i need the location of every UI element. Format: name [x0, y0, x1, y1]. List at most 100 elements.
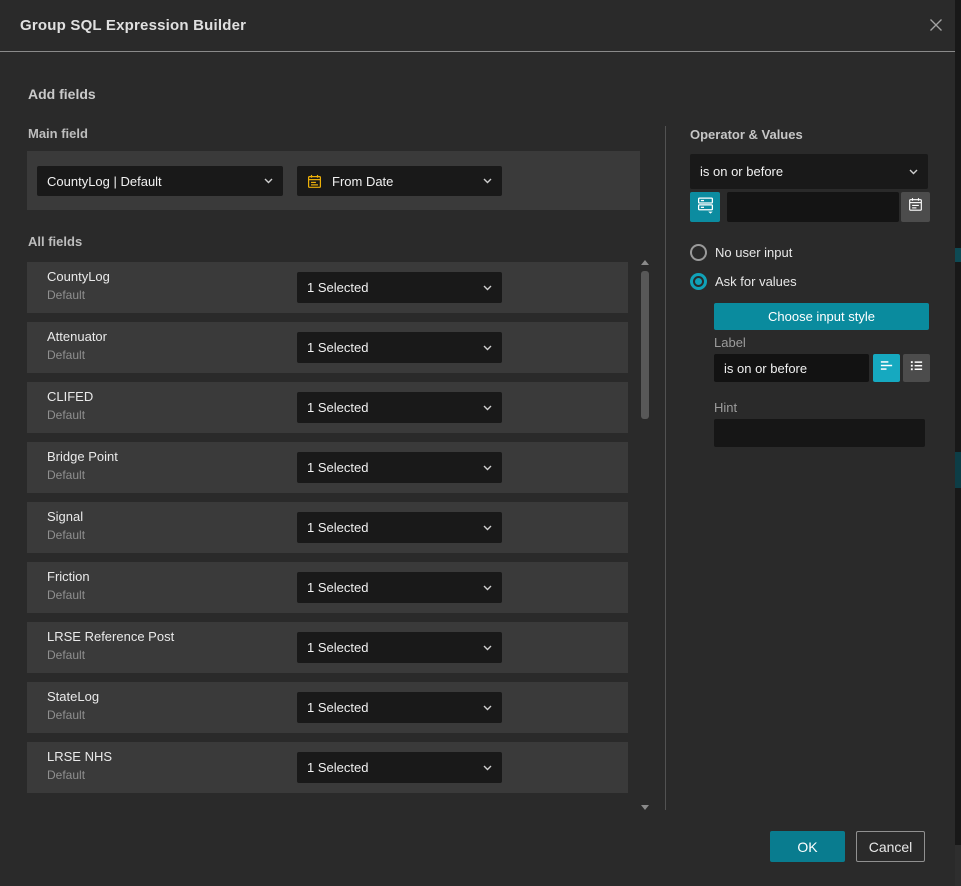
radio-label: Ask for values: [715, 274, 797, 289]
panel-divider: [665, 126, 666, 810]
field-sublabel: Default: [47, 348, 107, 362]
field-row: LRSE NHS Default 1 Selected: [27, 742, 628, 793]
field-selection-dropdown[interactable]: 1 Selected: [297, 632, 502, 663]
field-selection-value: 1 Selected: [307, 520, 477, 535]
field-row: CLIFED Default 1 Selected: [27, 382, 628, 433]
hint-field-label: Hint: [714, 400, 737, 415]
field-selection-dropdown[interactable]: 1 Selected: [297, 392, 502, 423]
field-row: CountyLog Default 1 Selected: [27, 262, 628, 313]
field-selection-value: 1 Selected: [307, 340, 477, 355]
single-line-input-style-button[interactable]: [873, 354, 900, 382]
chevron-down-icon: [483, 525, 492, 531]
field-selection-dropdown[interactable]: 1 Selected: [297, 272, 502, 303]
field-selection-value: 1 Selected: [307, 400, 477, 415]
main-field-dropdown[interactable]: From Date: [297, 166, 502, 196]
list-input-style-button[interactable]: [903, 354, 930, 382]
all-fields-list: CountyLog Default 1 Selected Attenuator …: [27, 262, 628, 802]
bullet-list-icon: [909, 358, 924, 378]
field-sublabel: Default: [47, 648, 174, 662]
chevron-down-icon: [483, 705, 492, 711]
radio-dot: [695, 278, 702, 285]
operator-dropdown-value: is on or before: [700, 164, 903, 179]
all-fields-label: All fields: [28, 234, 82, 249]
field-row: Friction Default 1 Selected: [27, 562, 628, 613]
field-row-text: LRSE Reference Post Default: [47, 629, 174, 662]
field-selection-value: 1 Selected: [307, 580, 477, 595]
hint-input[interactable]: [714, 419, 925, 447]
field-selection-dropdown[interactable]: 1 Selected: [297, 572, 502, 603]
operator-dropdown[interactable]: is on or before: [690, 154, 928, 189]
radio-no-user-input[interactable]: No user input: [690, 244, 792, 261]
field-sublabel: Default: [47, 588, 90, 602]
choose-input-style-button[interactable]: Choose input style: [714, 303, 929, 330]
radio-ask-for-values[interactable]: Ask for values: [690, 273, 797, 290]
chevron-down-icon: [483, 465, 492, 471]
align-left-icon: [879, 358, 894, 378]
list-scrollbar[interactable]: [641, 258, 650, 812]
layer-dropdown[interactable]: CountyLog | Default: [37, 166, 283, 196]
field-name: CLIFED: [47, 389, 93, 404]
field-row: Attenuator Default 1 Selected: [27, 322, 628, 373]
chevron-down-icon: [483, 645, 492, 651]
field-selection-dropdown[interactable]: 1 Selected: [297, 452, 502, 483]
scroll-down-arrow-icon[interactable]: [641, 805, 649, 810]
chevron-down-icon: [483, 178, 492, 184]
chevron-down-icon: [264, 178, 273, 184]
calendar-icon: [307, 174, 322, 189]
operator-values-heading: Operator & Values: [690, 127, 803, 142]
field-row: StateLog Default 1 Selected: [27, 682, 628, 733]
chevron-down-icon: [483, 585, 492, 591]
chevron-down-icon: [483, 285, 492, 291]
field-sublabel: Default: [47, 768, 112, 782]
field-selection-value: 1 Selected: [307, 460, 477, 475]
field-name: LRSE Reference Post: [47, 629, 174, 644]
field-sublabel: Default: [47, 528, 85, 542]
chevron-down-icon: [483, 345, 492, 351]
value-input[interactable]: [727, 192, 899, 222]
field-selection-dropdown[interactable]: 1 Selected: [297, 752, 502, 783]
field-selection-dropdown[interactable]: 1 Selected: [297, 512, 502, 543]
dialog-titlebar: Group SQL Expression Builder: [0, 0, 955, 52]
chevron-down-icon: [483, 765, 492, 771]
main-field-dropdown-value: From Date: [332, 174, 469, 189]
field-row: LRSE Reference Post Default 1 Selected: [27, 622, 628, 673]
chevron-down-icon: [909, 169, 918, 175]
calendar-icon: [908, 197, 923, 217]
field-row-text: CLIFED Default: [47, 389, 93, 422]
label-input[interactable]: [714, 354, 869, 382]
field-row-text: CountyLog Default: [47, 269, 110, 302]
field-row-text: Signal Default: [47, 509, 85, 542]
scroll-up-arrow-icon[interactable]: [641, 260, 649, 265]
unique-values-button[interactable]: [690, 192, 720, 222]
cancel-button[interactable]: Cancel: [856, 831, 925, 862]
field-row-text: Friction Default: [47, 569, 90, 602]
field-row-text: LRSE NHS Default: [47, 749, 112, 782]
field-name: Friction: [47, 569, 90, 584]
field-sublabel: Default: [47, 288, 110, 302]
field-row-text: StateLog Default: [47, 689, 99, 722]
field-name: Attenuator: [47, 329, 107, 344]
field-row-text: Attenuator Default: [47, 329, 107, 362]
radio-circle-icon: [690, 244, 707, 261]
layer-dropdown-value: CountyLog | Default: [47, 174, 258, 189]
field-selection-dropdown[interactable]: 1 Selected: [297, 692, 502, 723]
date-picker-button[interactable]: [901, 192, 930, 222]
main-field-label: Main field: [28, 126, 88, 141]
field-name: StateLog: [47, 689, 99, 704]
background-accent: [955, 248, 961, 262]
dialog-title: Group SQL Expression Builder: [20, 0, 246, 52]
field-name: LRSE NHS: [47, 749, 112, 764]
unique-values-icon: [697, 196, 714, 219]
ok-button[interactable]: OK: [770, 831, 845, 862]
field-row-text: Bridge Point Default: [47, 449, 118, 482]
chevron-down-icon: [483, 405, 492, 411]
field-row: Bridge Point Default 1 Selected: [27, 442, 628, 493]
scrollbar-thumb[interactable]: [641, 271, 649, 419]
group-sql-expression-builder-dialog: Group SQL Expression Builder Add fields …: [0, 0, 955, 886]
field-selection-dropdown[interactable]: 1 Selected: [297, 332, 502, 363]
close-button[interactable]: [926, 17, 946, 37]
radio-circle-icon: [690, 273, 707, 290]
main-field-row: CountyLog | Default From Date: [27, 151, 640, 210]
label-field-label: Label: [714, 335, 746, 350]
background-accent: [955, 845, 961, 886]
